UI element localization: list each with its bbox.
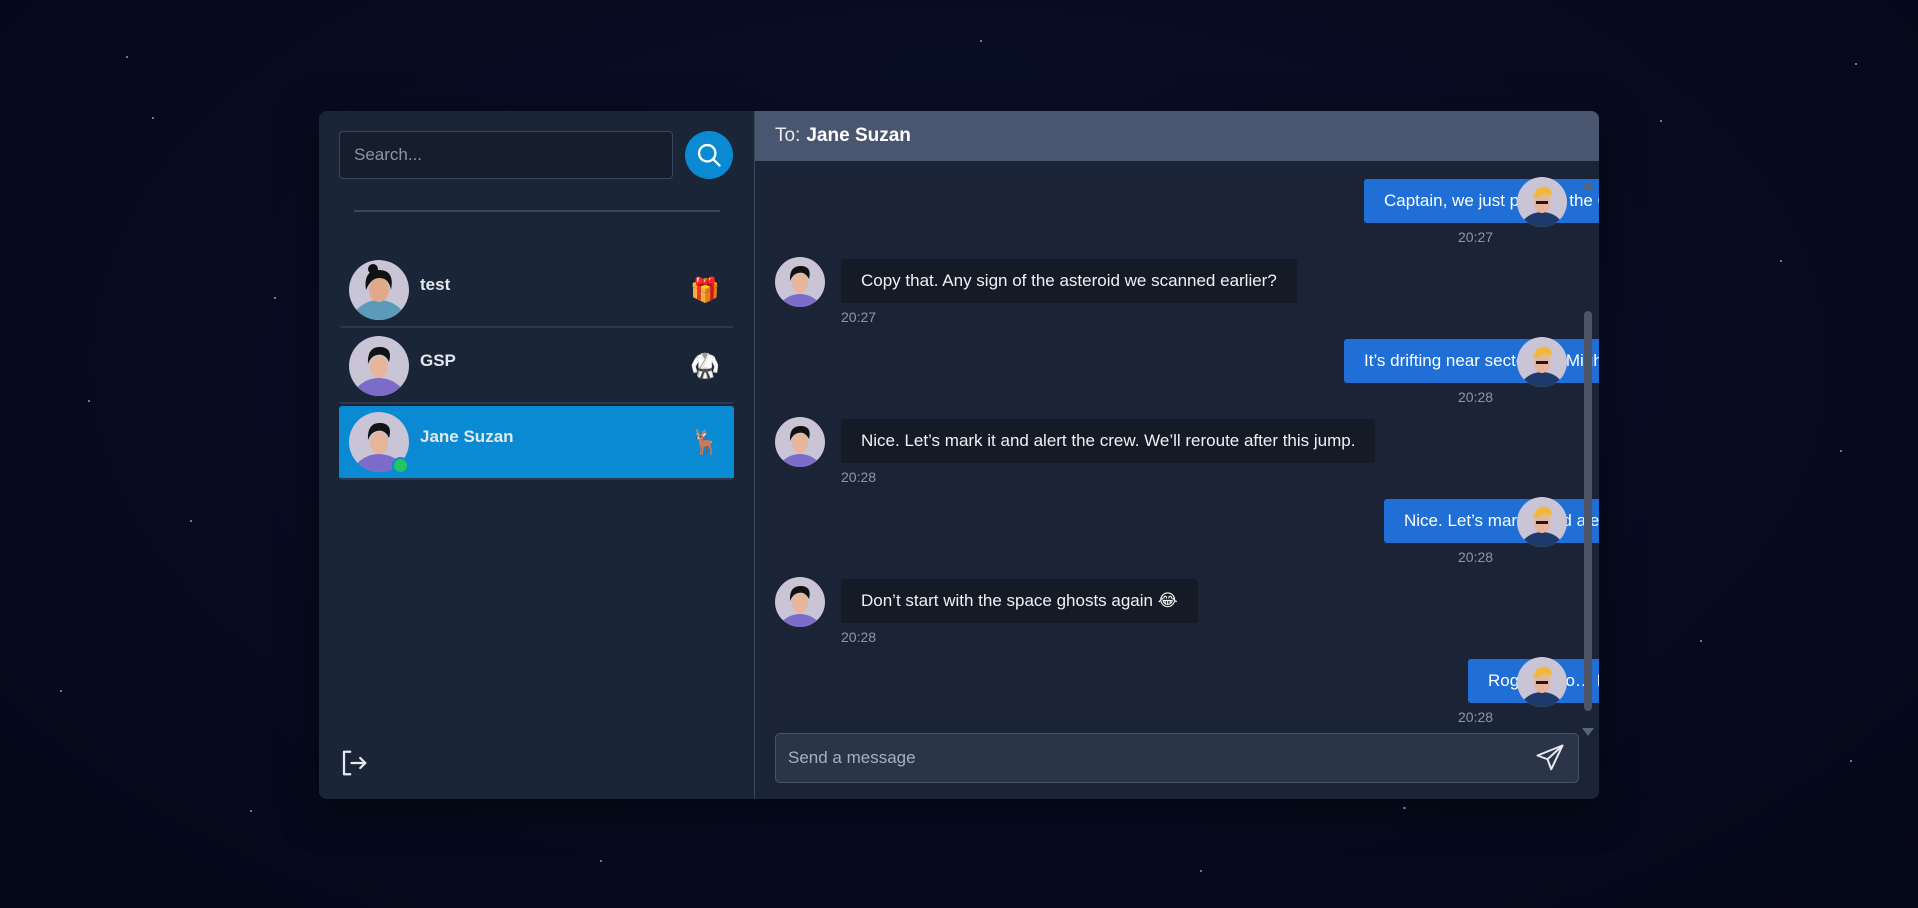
contact-name: Jane Suzan [420, 427, 514, 446]
message-time: 20:27 [841, 309, 877, 325]
message-text: Copy that. Any sign of the asteroid we s… [861, 271, 1277, 290]
contact-badge: 🎁 [690, 277, 720, 304]
to-label: To: [775, 125, 801, 146]
sidebar-divider [354, 210, 720, 212]
chat-header: To: Jane Suzan [755, 111, 1599, 161]
scroll-down-arrow[interactable] [1582, 728, 1594, 736]
avatar [1517, 497, 1567, 547]
online-status-indicator [392, 457, 409, 474]
message-time: 20:28 [1458, 389, 1494, 405]
message-time: 20:28 [1458, 549, 1494, 565]
contact-list: test 🎁 GSP 🥋 Jane Suzan 🦌 [339, 254, 734, 482]
message-scrollbar[interactable] [1582, 181, 1594, 736]
contact-item-gsp[interactable]: GSP 🥋 [339, 330, 734, 404]
avatar [349, 260, 409, 320]
chat-app-window: test 🎁 GSP 🥋 [319, 111, 1599, 799]
message-bubble-incoming: Nice. Let’s mark it and alert the crew. … [841, 419, 1376, 463]
logout-button[interactable] [339, 748, 369, 783]
contact-badge: 🦌 [690, 429, 720, 456]
contact-name: GSP [420, 351, 456, 370]
search-button[interactable] [685, 131, 733, 179]
contact-item-jane-suzan[interactable]: Jane Suzan 🦌 [339, 406, 734, 480]
chat-panel: To: Jane Suzan Captain, we just passed t… [755, 111, 1599, 799]
contact-badge: 🥋 [690, 353, 720, 380]
message-text: Nice. Let’s mark it and alert the crew. … [861, 431, 1356, 450]
message-bubble-incoming: Copy that. Any sign of the asteroid we s… [841, 259, 1297, 303]
search-input[interactable] [339, 131, 673, 179]
message-text: Don’t start with the space ghosts again … [861, 591, 1178, 610]
scroll-up-arrow[interactable] [1582, 181, 1594, 189]
send-button[interactable] [1528, 736, 1572, 780]
avatar [775, 417, 825, 467]
avatar [1517, 657, 1567, 707]
search-bar [339, 131, 733, 179]
message-time: 20:28 [841, 469, 877, 485]
contact-name: test [420, 275, 451, 294]
message-composer [775, 733, 1579, 783]
avatar [349, 336, 409, 396]
sidebar: test 🎁 GSP 🥋 [319, 111, 755, 799]
message-time: 20:27 [1458, 229, 1494, 245]
message-text: Nice. Let’s mark it and alert the crew. … [1404, 511, 1599, 530]
message-time: 20:28 [1458, 709, 1494, 725]
message-input[interactable] [776, 748, 1528, 768]
recipient-name: Jane Suzan [806, 125, 911, 146]
avatar [775, 257, 825, 307]
contact-item-test[interactable]: test 🎁 [339, 254, 734, 328]
send-icon [1536, 744, 1564, 771]
avatar [1517, 177, 1567, 227]
avatar [775, 577, 825, 627]
message-bubble-incoming: Don’t start with the space ghosts again … [841, 579, 1198, 623]
message-time: 20:28 [841, 629, 877, 645]
logout-icon [342, 750, 367, 776]
search-icon [697, 143, 721, 167]
avatar [1517, 337, 1567, 387]
scrollbar-thumb[interactable] [1584, 311, 1592, 711]
